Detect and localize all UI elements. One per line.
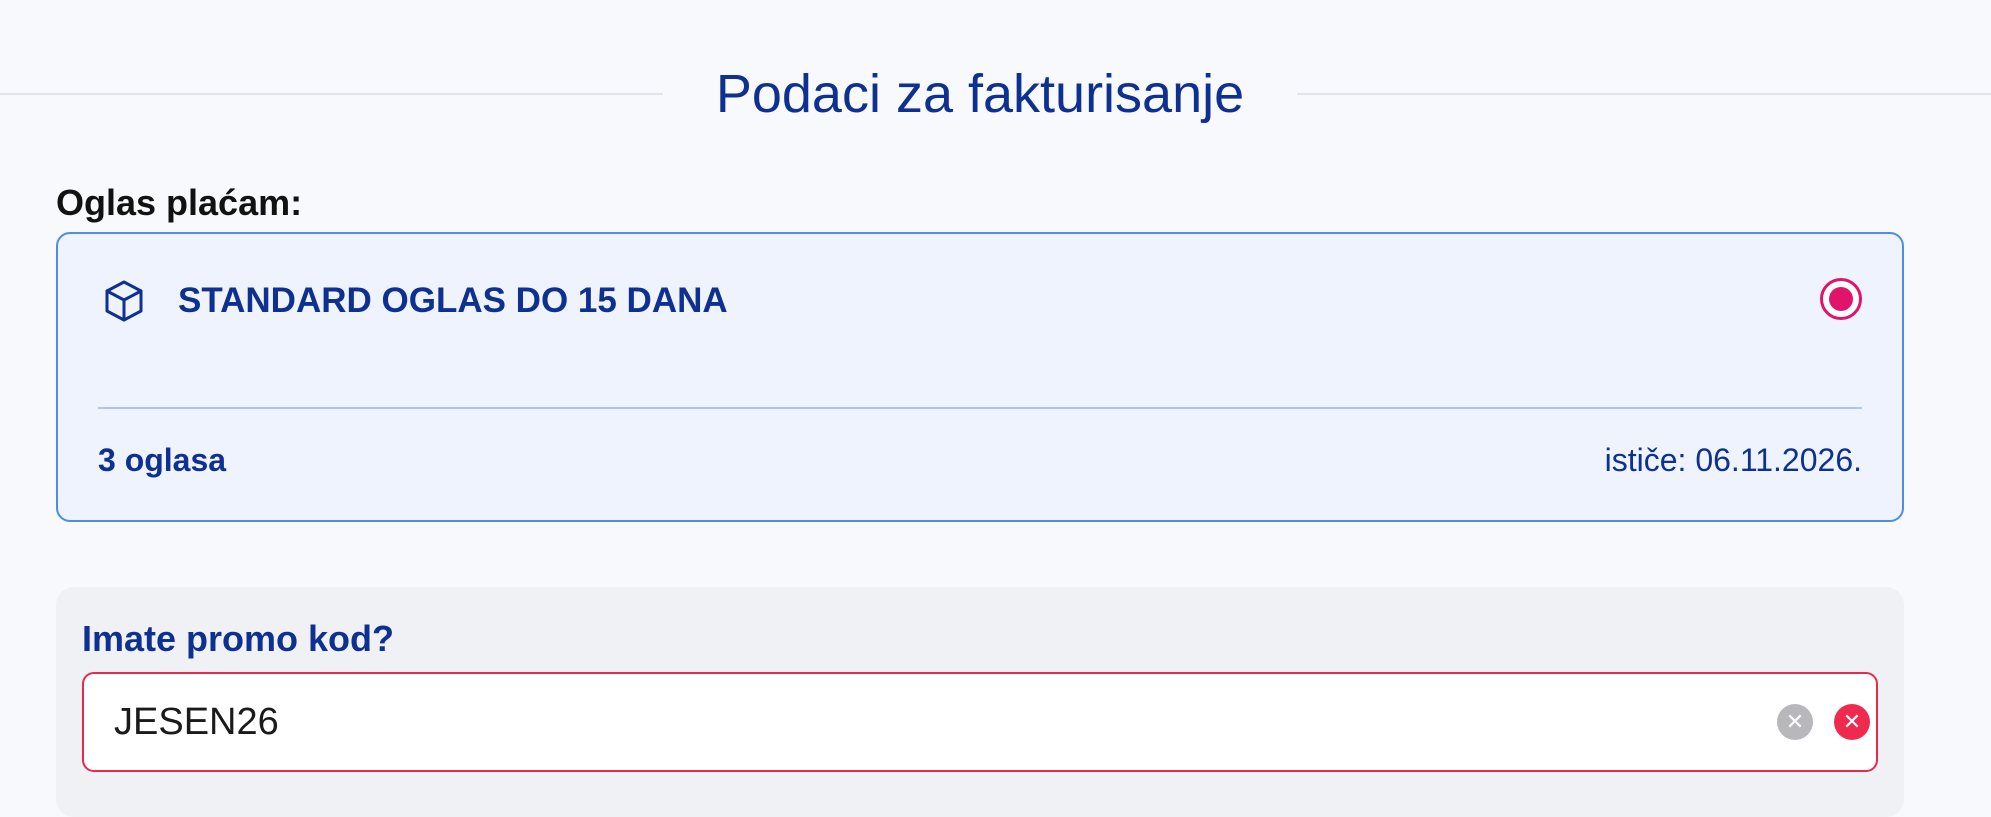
title-divider-left xyxy=(0,93,663,95)
promo-code-input[interactable] xyxy=(114,674,1714,770)
title-row: Podaci za fakturisanje xyxy=(0,60,1991,128)
error-icon: ✕ xyxy=(1834,704,1870,740)
plan-expiry-date: ističe: 06.11.2026. xyxy=(1604,442,1862,478)
plan-name: STANDARD OGLAS DO 15 DANA xyxy=(178,281,728,320)
card-divider xyxy=(98,407,1862,409)
payment-section-label: Oglas plaćam: xyxy=(56,182,303,223)
title-divider-right xyxy=(1297,93,1991,95)
plan-option-card[interactable]: STANDARD OGLAS DO 15 DANA 3 oglasa istič… xyxy=(56,232,1904,522)
promo-code-label: Imate promo kod? xyxy=(82,618,395,659)
promo-code-field: ✕ ✕ xyxy=(82,672,1878,772)
package-cube-icon xyxy=(100,277,148,325)
clear-icon[interactable]: ✕ xyxy=(1777,704,1813,740)
radio-dot-icon xyxy=(1829,287,1853,311)
plan-ad-count: 3 oglasa xyxy=(98,442,227,478)
promo-code-panel: Imate promo kod? ✕ ✕ xyxy=(56,587,1904,817)
page-title: Podaci za fakturisanje xyxy=(715,64,1245,124)
plan-radio-selected[interactable] xyxy=(1820,278,1862,320)
